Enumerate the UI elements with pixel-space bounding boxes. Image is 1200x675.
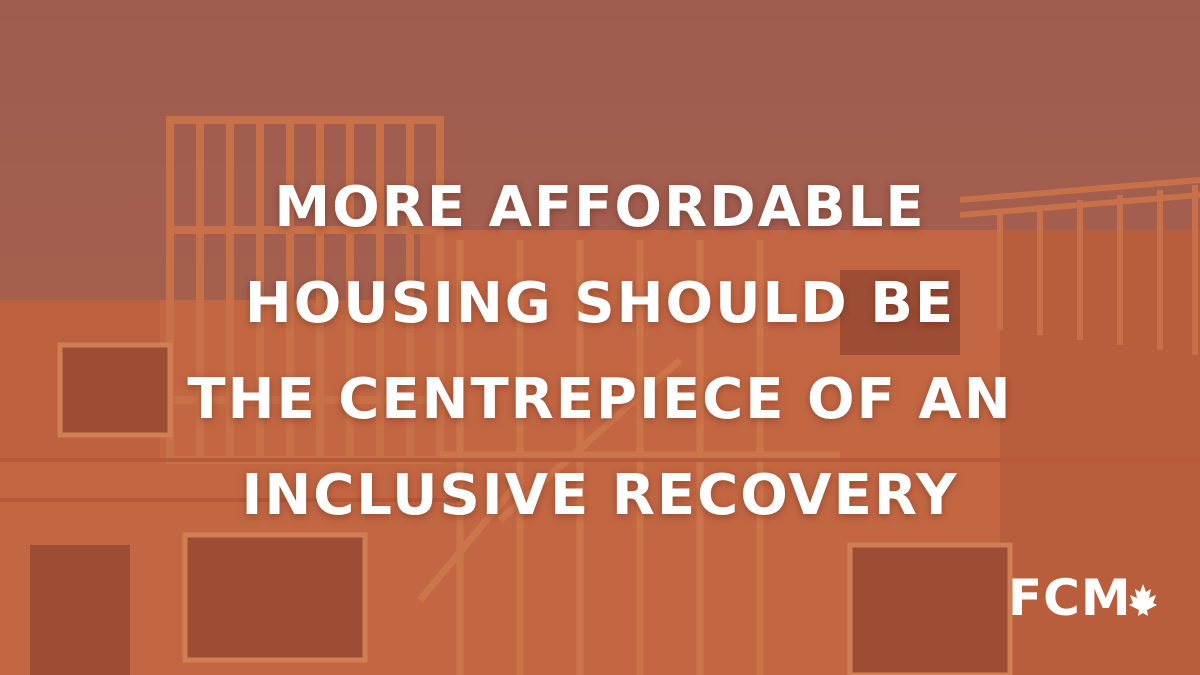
headline-line-2: HOUSING SHOULD BE bbox=[244, 271, 956, 336]
headline: MORE AFFORDABLE HOUSING SHOULD BE THE CE… bbox=[0, 160, 1200, 544]
graphic-card: MORE AFFORDABLE HOUSING SHOULD BE THE CE… bbox=[0, 0, 1200, 675]
maple-leaf-icon bbox=[1128, 584, 1157, 616]
headline-line-4: INCLUSIVE RECOVERY bbox=[241, 463, 959, 528]
headline-line-1: MORE AFFORDABLE bbox=[274, 175, 926, 240]
headline-line-3: THE CENTREPIECE OF AN bbox=[187, 367, 1013, 432]
fcm-logo-text: FCM bbox=[1008, 569, 1132, 627]
fcm-logo: FCM bbox=[1008, 568, 1158, 628]
